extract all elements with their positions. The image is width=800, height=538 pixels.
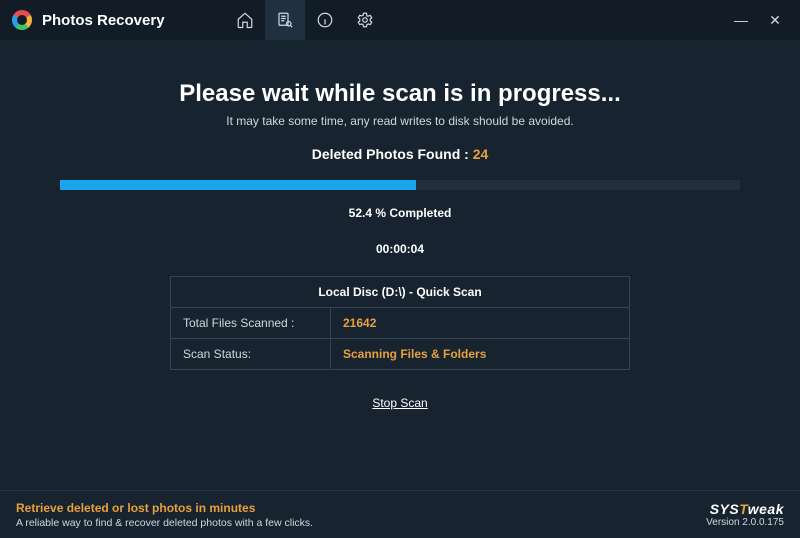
footer-title: Retrieve deleted or lost photos in minut… (16, 501, 313, 515)
minimize-button[interactable]: — (724, 12, 758, 28)
elapsed-time: 00:00:04 (376, 242, 424, 256)
window-controls: — ✕ (724, 12, 792, 29)
total-files-value: 21642 (331, 308, 629, 338)
close-icon: ✕ (769, 12, 781, 29)
status-label: Scan Status: (171, 339, 331, 369)
close-button[interactable]: ✕ (758, 12, 792, 29)
titlebar: Photos Recovery — ✕ (0, 0, 800, 40)
footer-right: SYSTweak Version 2.0.0.175 (706, 501, 784, 528)
content-area: Please wait while scan is in progress...… (0, 40, 800, 490)
info-button[interactable] (305, 0, 345, 40)
stop-scan-link[interactable]: Stop Scan (372, 396, 427, 410)
panel-row-status: Scan Status: Scanning Files & Folders (171, 339, 629, 369)
found-line: Deleted Photos Found : 24 (312, 146, 489, 162)
app-title: Photos Recovery (42, 12, 165, 29)
progress-bar-fill (60, 180, 416, 190)
home-button[interactable] (225, 0, 265, 40)
found-count: 24 (473, 146, 489, 162)
search-doc-icon (276, 11, 294, 29)
brand-logo: SYSTweak (706, 501, 784, 517)
panel-header: Local Disc (D:\) - Quick Scan (171, 277, 629, 308)
brand-accent: T (739, 501, 748, 517)
settings-button[interactable] (345, 0, 385, 40)
app-logo-icon (12, 10, 32, 30)
percent-text: 52.4 % Completed (349, 206, 452, 220)
panel-row-files: Total Files Scanned : 21642 (171, 308, 629, 339)
brand-suffix: weak (748, 501, 784, 517)
info-icon (316, 11, 334, 29)
scan-subheading: It may take some time, any read writes t… (226, 114, 574, 128)
brand-prefix: SYS (710, 501, 740, 517)
footer: Retrieve deleted or lost photos in minut… (0, 490, 800, 538)
gear-icon (356, 11, 374, 29)
version-text: Version 2.0.0.175 (706, 517, 784, 528)
minimize-icon: — (734, 12, 748, 28)
progress-bar-track (60, 180, 740, 190)
scan-heading: Please wait while scan is in progress... (179, 80, 621, 108)
app-window: Photos Recovery — ✕ Please wait while sc… (0, 0, 800, 538)
home-icon (236, 11, 254, 29)
scan-details-panel: Local Disc (D:\) - Quick Scan Total File… (170, 276, 630, 370)
found-label: Deleted Photos Found : (312, 146, 473, 162)
total-files-label: Total Files Scanned : (171, 308, 331, 338)
footer-sub: A reliable way to find & recover deleted… (16, 517, 313, 529)
status-value: Scanning Files & Folders (331, 339, 629, 369)
scan-button[interactable] (265, 0, 305, 40)
footer-left: Retrieve deleted or lost photos in minut… (16, 501, 313, 529)
toolbar (225, 0, 385, 40)
